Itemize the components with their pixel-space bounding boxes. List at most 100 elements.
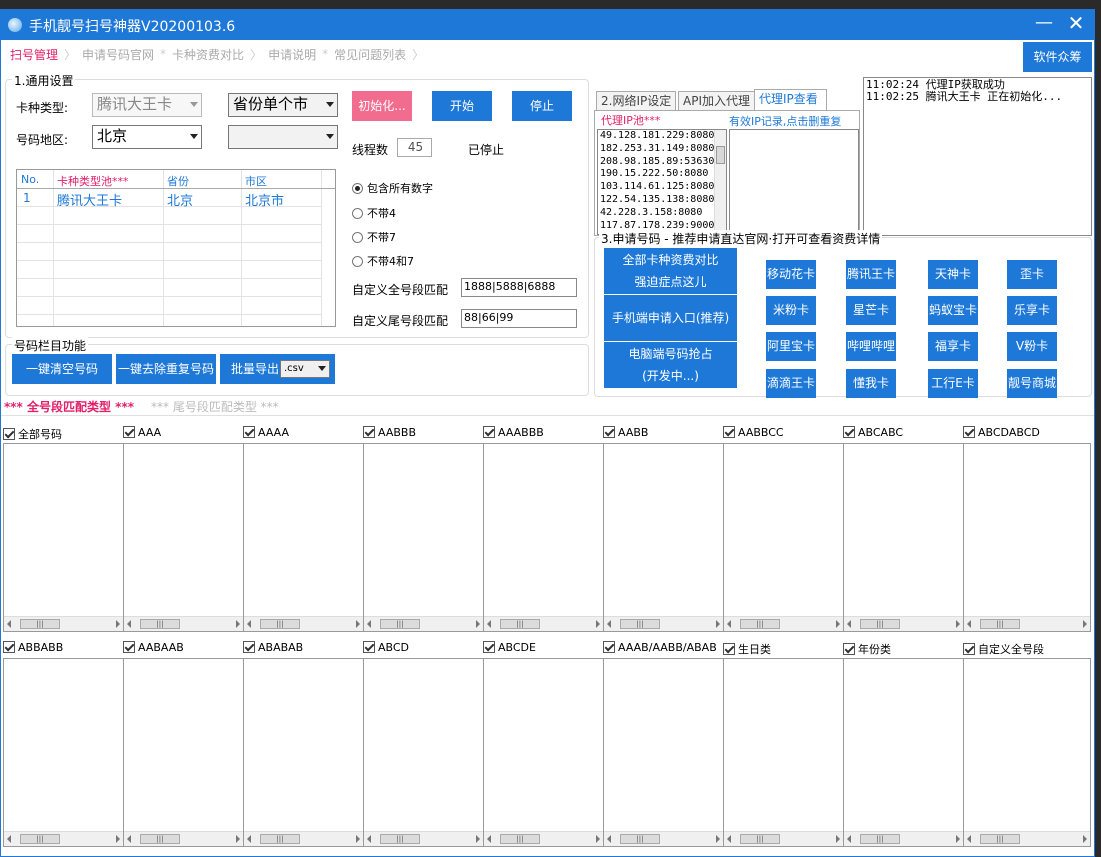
radio-no-4-7[interactable]: 不带4和7 — [352, 253, 414, 269]
number-list[interactable]: ||| — [723, 443, 844, 632]
tab-scan-manage[interactable]: 扫号管理 — [5, 46, 63, 63]
scroll-thumb[interactable]: ||| — [260, 834, 300, 844]
scroll-right-icon[interactable] — [476, 835, 480, 843]
scroll-thumb[interactable]: ||| — [380, 834, 420, 844]
scroll-thumb[interactable]: ||| — [500, 619, 540, 629]
horizontal-scrollbar[interactable]: ||| — [484, 616, 603, 631]
column-checkbox[interactable]: 年份类 — [843, 641, 891, 657]
horizontal-scrollbar[interactable]: ||| — [604, 616, 723, 631]
donate-button[interactable]: 软件众筹 — [1023, 42, 1092, 72]
minimize-button[interactable]: — — [1034, 12, 1054, 33]
column-checkbox[interactable]: AABB — [603, 426, 648, 439]
scroll-thumb[interactable]: ||| — [860, 834, 900, 844]
init-button[interactable]: 初始化... — [352, 91, 412, 121]
scroll-left-icon[interactable] — [127, 835, 131, 843]
card-button-gonghang[interactable]: 工行E卡 — [928, 369, 978, 398]
number-list[interactable]: ||| — [603, 443, 724, 632]
number-list[interactable]: ||| — [123, 443, 244, 632]
horizontal-scrollbar[interactable]: ||| — [724, 616, 843, 631]
tab-card-compare[interactable]: 卡种资费对比 — [167, 46, 249, 63]
column-checkbox[interactable]: 生日类 — [723, 641, 771, 657]
card-button-bilibili[interactable]: 哔哩哔哩 — [846, 332, 896, 361]
clear-numbers-button[interactable]: 一键清空号码 — [12, 354, 112, 384]
number-list[interactable]: ||| — [363, 658, 484, 847]
tab-api-proxy[interactable]: API加入代理 — [678, 91, 755, 111]
number-list[interactable]: ||| — [603, 658, 724, 847]
scroll-left-icon[interactable] — [487, 835, 491, 843]
scroll-thumb[interactable]: ||| — [740, 834, 780, 844]
dedupe-numbers-button[interactable]: 一键去除重复号码 — [116, 354, 216, 384]
column-checkbox[interactable]: ABABAB — [243, 641, 303, 654]
card-button-tianshen[interactable]: 天神卡 — [928, 260, 978, 289]
column-checkbox[interactable]: AAABBB — [483, 426, 544, 439]
horizontal-scrollbar[interactable]: ||| — [604, 831, 723, 846]
scroll-left-icon[interactable] — [847, 620, 851, 628]
scroll-left-icon[interactable] — [967, 835, 971, 843]
scroll-right-icon[interactable] — [356, 620, 360, 628]
valid-ip-list[interactable] — [729, 129, 859, 235]
column-checkbox[interactable]: 全部号码 — [3, 426, 62, 442]
scroll-right-icon[interactable] — [356, 835, 360, 843]
column-checkbox[interactable]: AAAA — [243, 426, 289, 439]
card-button-yidong-huaka[interactable]: 移动花卡 — [766, 260, 816, 289]
number-list[interactable]: ||| — [3, 658, 124, 847]
horizontal-scrollbar[interactable]: ||| — [364, 616, 483, 631]
stop-button[interactable]: 停止 — [512, 91, 572, 121]
scroll-thumb[interactable]: ||| — [20, 619, 60, 629]
scroll-thumb[interactable]: ||| — [740, 619, 780, 629]
number-list[interactable]: ||| — [243, 658, 364, 847]
tab-apply-guide[interactable]: 申请说明 — [263, 46, 321, 63]
card-button-wai[interactable]: 歪卡 — [1007, 260, 1057, 289]
tab-proxy-ip-view[interactable]: 代理IP查看 — [754, 89, 827, 111]
city-select[interactable] — [228, 125, 338, 149]
scroll-thumb[interactable]: ||| — [140, 834, 180, 844]
scroll-left-icon[interactable] — [607, 620, 611, 628]
scroll-left-icon[interactable] — [607, 835, 611, 843]
radio-no-7[interactable]: 不带7 — [352, 229, 396, 245]
scroll-left-icon[interactable] — [487, 620, 491, 628]
horizontal-scrollbar[interactable]: ||| — [124, 616, 243, 631]
column-checkbox[interactable]: ABBABB — [3, 641, 63, 654]
scroll-thumb[interactable] — [716, 146, 725, 164]
scroll-thumb[interactable]: ||| — [980, 619, 1020, 629]
scroll-left-icon[interactable] — [247, 835, 251, 843]
column-checkbox[interactable]: AABBB — [363, 426, 416, 439]
scroll-left-icon[interactable] — [967, 620, 971, 628]
scroll-left-icon[interactable] — [367, 620, 371, 628]
threads-input[interactable]: 45 — [397, 138, 432, 157]
compare-all-button[interactable]: 全部卡种资费对比 强迫症点这儿 — [604, 248, 737, 294]
horizontal-scrollbar[interactable]: ||| — [124, 831, 243, 846]
scroll-thumb[interactable]: ||| — [500, 834, 540, 844]
card-button-didi[interactable]: 滴滴王卡 — [766, 369, 816, 398]
number-list[interactable]: ||| — [963, 658, 1091, 847]
scroll-left-icon[interactable] — [847, 835, 851, 843]
card-button-dongwo[interactable]: 懂我卡 — [846, 369, 896, 398]
scroll-left-icon[interactable] — [727, 835, 731, 843]
scroll-right-icon[interactable] — [836, 835, 840, 843]
province-mode-select[interactable]: 省份单个市 — [228, 93, 338, 117]
number-list[interactable]: ||| — [243, 443, 364, 632]
scroll-thumb[interactable]: ||| — [140, 619, 180, 629]
number-list[interactable]: ||| — [363, 443, 484, 632]
number-list[interactable]: ||| — [843, 443, 964, 632]
tab-full-match[interactable]: *** 全号段匹配类型 *** — [4, 398, 134, 415]
custom-full-input[interactable]: 1888|5888|6888 — [461, 278, 577, 297]
scroll-left-icon[interactable] — [7, 835, 11, 843]
proxy-ip-list[interactable]: 49.128.181.229:8080 182.253.31.149:8080 … — [597, 129, 727, 235]
start-button[interactable]: 开始 — [432, 91, 492, 121]
scroll-left-icon[interactable] — [367, 835, 371, 843]
horizontal-scrollbar[interactable]: ||| — [4, 616, 123, 631]
scroll-right-icon[interactable] — [716, 620, 720, 628]
tab-tail-match[interactable]: *** 尾号段匹配类型 *** — [151, 398, 279, 415]
scroll-left-icon[interactable] — [127, 620, 131, 628]
horizontal-scrollbar[interactable]: ||| — [244, 831, 363, 846]
horizontal-scrollbar[interactable]: ||| — [964, 831, 1090, 846]
scroll-thumb[interactable]: ||| — [380, 619, 420, 629]
horizontal-scrollbar[interactable]: ||| — [244, 616, 363, 631]
card-button-lianghao-mall[interactable]: 靓号商城 — [1007, 369, 1057, 398]
scroll-right-icon[interactable] — [836, 620, 840, 628]
column-checkbox[interactable]: ABCDE — [483, 641, 536, 654]
radio-no-4[interactable]: 不带4 — [352, 205, 396, 221]
scroll-right-icon[interactable] — [1083, 620, 1087, 628]
number-list[interactable]: ||| — [123, 658, 244, 847]
